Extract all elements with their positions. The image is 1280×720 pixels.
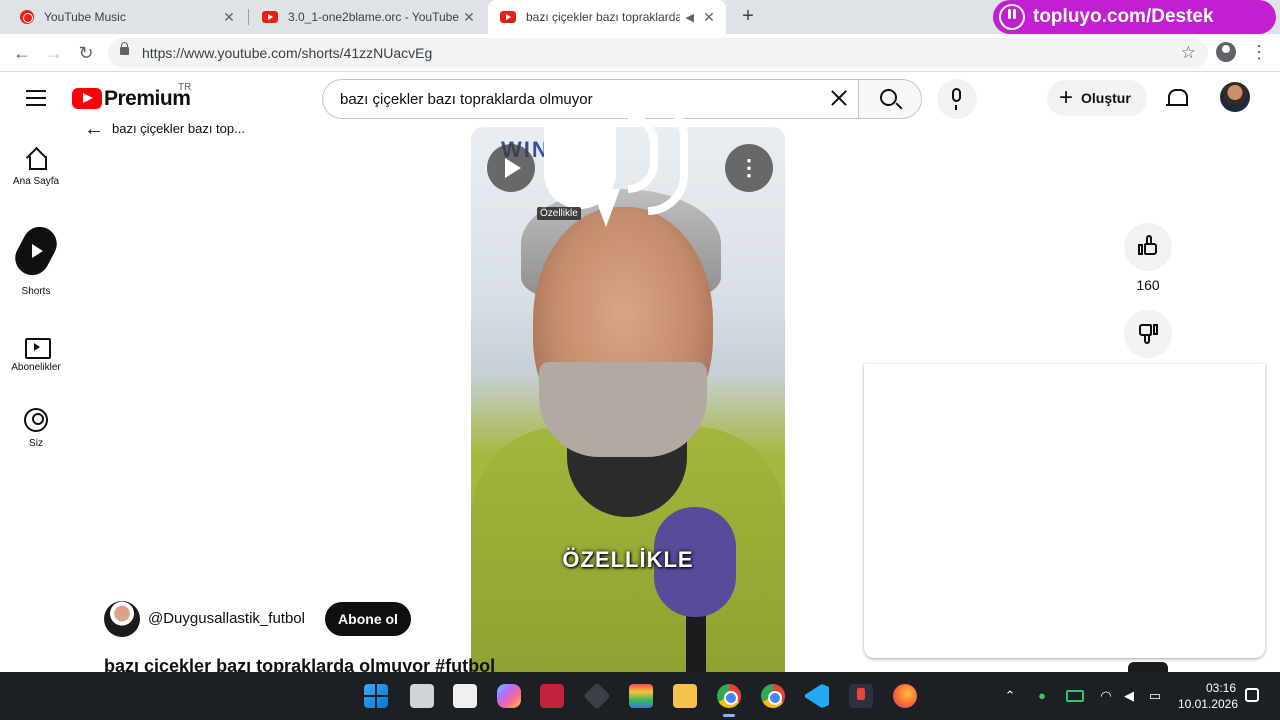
youtube-music-icon <box>20 10 34 24</box>
volume-tooltip: Özellikle <box>537 207 581 220</box>
you-icon <box>24 408 48 432</box>
tab-audio-icon[interactable]: ◀︎ <box>686 11 694 24</box>
youtube-logo-icon[interactable] <box>72 88 102 109</box>
forward-icon[interactable]: → <box>42 41 66 65</box>
video-more-icon[interactable]: ⋮ <box>725 144 773 192</box>
browser-tab-strip: YouTube Music ✕ 3.0_1-one2blame.orc - Yo… <box>0 0 1280 34</box>
notification-center-icon[interactable] <box>1245 688 1259 702</box>
firefox-icon[interactable] <box>893 684 917 708</box>
thumbs-up-icon <box>1138 235 1158 257</box>
guide-label: Shorts <box>21 286 51 297</box>
lock-icon[interactable] <box>120 42 129 55</box>
like-count: 160 <box>1136 277 1160 293</box>
store-icon[interactable] <box>453 684 477 708</box>
bookmark-star-icon[interactable]: ☆ <box>1181 43 1196 63</box>
hamburger-menu-icon[interactable] <box>26 90 46 106</box>
red-app-icon[interactable] <box>540 684 564 708</box>
tab-youtube-video[interactable]: 3.0_1-one2blame.orc - YouTube ✕ <box>250 0 486 34</box>
close-tab-icon[interactable]: ✕ <box>460 9 478 26</box>
back-arrow-icon[interactable]: ← <box>84 119 104 139</box>
tray-chevron-icon[interactable]: ⌃ <box>1003 688 1017 704</box>
browser-menu-icon[interactable]: ⋮ <box>1250 42 1268 62</box>
browser-profile-icon[interactable] <box>1216 42 1236 62</box>
chrome-icon[interactable] <box>761 684 785 708</box>
browser-toolbar: ← → ↻ https://www.youtube.com/shorts/41z… <box>0 34 1280 72</box>
channel-name[interactable]: @Duygusallastik_futbol <box>148 610 305 627</box>
tab-youtube-music[interactable]: YouTube Music ✕ <box>8 0 246 34</box>
home-icon <box>26 148 47 170</box>
tray-microphone-icon[interactable]: ● <box>1036 688 1048 704</box>
guide-item-home[interactable]: Ana Sayfa <box>0 148 72 187</box>
notifications-bell-icon[interactable] <box>1166 88 1188 110</box>
copilot-icon[interactable] <box>497 684 521 708</box>
file-explorer-icon[interactable] <box>673 684 697 708</box>
side-panel <box>864 364 1265 658</box>
back-title[interactable]: bazı çiçekler bazı top... <box>112 121 245 136</box>
dislike-button[interactable] <box>1124 310 1172 358</box>
tab-title: bazı çiçekler bazı topraklarda olmuyor <box>526 10 680 24</box>
play-button[interactable] <box>487 144 535 192</box>
account-avatar[interactable] <box>1220 82 1250 112</box>
shorts-icon <box>15 222 57 280</box>
installer-app-icon[interactable] <box>849 684 873 708</box>
youtube-icon <box>262 11 278 23</box>
address-bar[interactable]: https://www.youtube.com/shorts/41zzNUacv… <box>108 38 1208 68</box>
search-input[interactable]: bazı çiçekler bazı topraklarda olmuyor <box>322 79 859 119</box>
channel-avatar[interactable] <box>104 601 140 637</box>
voice-search-button[interactable] <box>937 79 977 119</box>
hexagon-app-icon[interactable] <box>583 682 611 710</box>
back-icon[interactable]: ← <box>10 41 34 65</box>
subscribe-button[interactable]: Abone ol <box>325 602 411 636</box>
create-label: Oluştur <box>1081 90 1131 106</box>
tab-separator <box>248 9 249 25</box>
search-icon <box>880 89 897 106</box>
search-button[interactable] <box>858 79 922 119</box>
plus-icon: + <box>1059 84 1074 111</box>
address-url[interactable]: https://www.youtube.com/shorts/41zzNUacv… <box>142 45 432 61</box>
clock-time[interactable]: 03:16 <box>1176 681 1236 695</box>
clock-date[interactable]: 10.01.2026 <box>1166 697 1238 711</box>
like-button[interactable] <box>1124 223 1172 271</box>
hand-logo-icon <box>999 4 1025 30</box>
video-title[interactable]: bazı çiçekler bazı topraklarda olmuyor #… <box>104 656 564 672</box>
vscode-icon[interactable] <box>805 684 829 708</box>
close-tab-icon[interactable]: ✕ <box>700 9 718 26</box>
tab-shorts-active[interactable]: bazı çiçekler bazı topraklarda olmuyor ◀… <box>488 0 726 34</box>
tab-title: YouTube Music <box>44 10 126 24</box>
speaker-shape <box>544 127 620 227</box>
new-tab-icon[interactable]: + <box>738 6 758 26</box>
layers-app-icon[interactable] <box>629 684 653 708</box>
clear-search-icon[interactable] <box>828 88 850 110</box>
task-view-icon[interactable] <box>410 684 434 708</box>
windows-taskbar: ⌃ ● ◠ ◀ ▭ <box>0 672 1280 720</box>
chrome-icon[interactable] <box>717 684 741 717</box>
subscriptions-icon <box>25 334 51 359</box>
thumbs-down-icon <box>1138 322 1158 344</box>
youtube-icon <box>500 11 516 23</box>
guide-label: Abonelikler <box>11 362 61 373</box>
search-query[interactable]: bazı çiçekler bazı topraklarda olmuyor <box>340 91 593 108</box>
guide-label: Siz <box>29 438 43 449</box>
guide-item-shorts[interactable]: Shorts <box>0 222 72 297</box>
region-code: TR <box>178 82 192 93</box>
close-tab-icon[interactable]: ✕ <box>220 9 238 26</box>
reload-icon[interactable]: ↻ <box>74 41 98 65</box>
guide-item-subscriptions[interactable]: Abonelikler <box>0 334 72 373</box>
volume-tray-icon[interactable]: ◀ <box>1121 688 1137 704</box>
tab-title: 3.0_1-one2blame.orc - YouTube <box>288 10 460 24</box>
guide-label: Ana Sayfa <box>12 176 60 187</box>
guide-item-you[interactable]: Siz <box>0 408 72 449</box>
wifi-icon[interactable]: ◠ <box>1097 688 1115 704</box>
brand-overlay-text: topluyo.com/Destek <box>1033 6 1214 27</box>
create-button[interactable]: + Oluştur <box>1047 80 1147 116</box>
microphone-icon <box>952 88 961 110</box>
network-icon[interactable]: ▭ <box>1146 688 1164 704</box>
video-caption: ÖZELLİKLE <box>562 547 694 572</box>
brand-overlay-pill: topluyo.com/Destek <box>993 0 1276 34</box>
video-beard <box>539 362 707 457</box>
windows-start-icon[interactable] <box>364 684 388 708</box>
battery-icon[interactable] <box>1066 690 1084 702</box>
